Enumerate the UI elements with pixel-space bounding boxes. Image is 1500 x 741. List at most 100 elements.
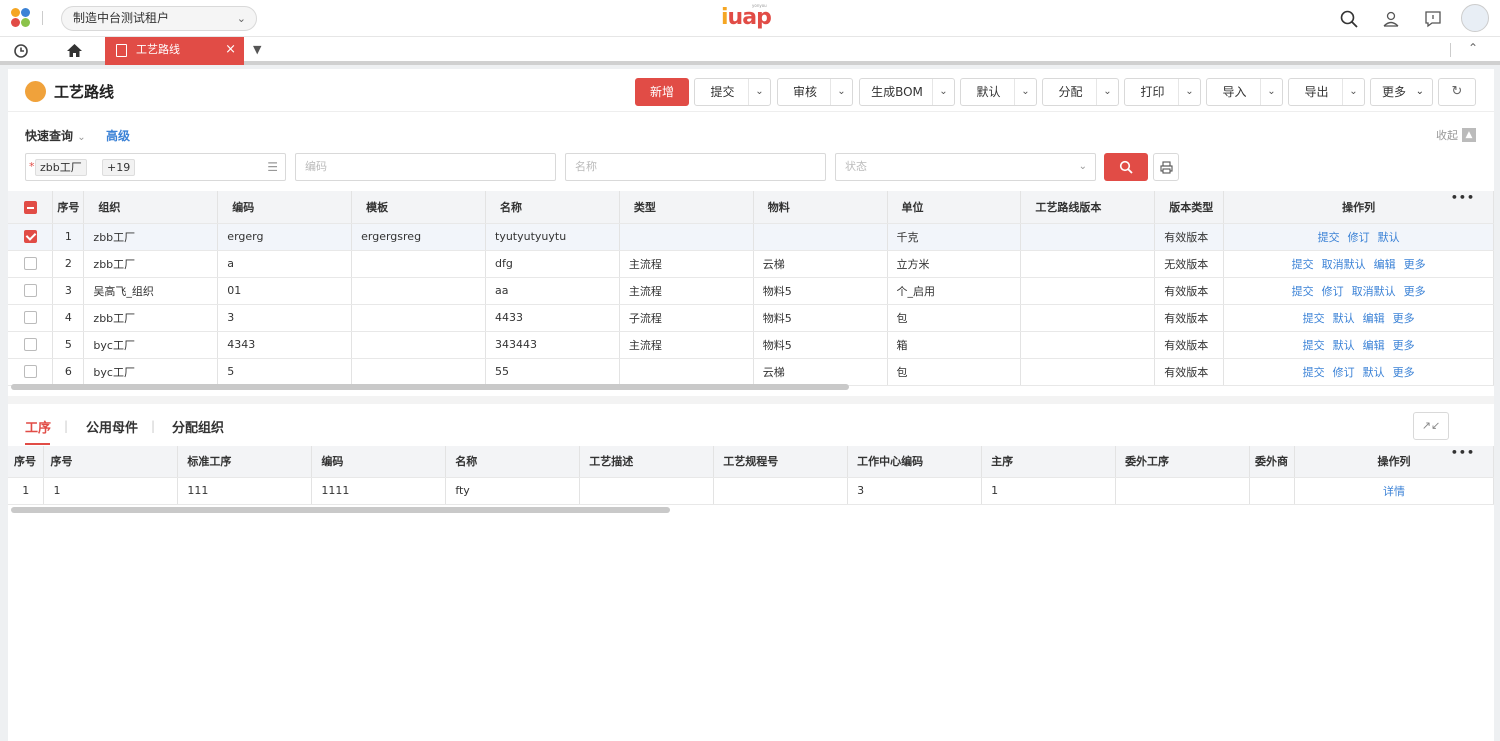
more-icon[interactable]: ••• — [1451, 446, 1475, 459]
search-button[interactable] — [1104, 153, 1148, 181]
row-action-link[interactable]: 默认 — [1378, 231, 1400, 244]
table-row[interactable]: 5 byc工厂 4343 343443 主流程 物料5 箱有效版本 提交 默认 编辑 更多 — [8, 331, 1494, 359]
tab-process[interactable]: 工序 — [25, 417, 51, 436]
tab-dropdown-icon[interactable]: ▼ — [253, 43, 261, 56]
row-checkbox[interactable] — [8, 304, 54, 332]
status-select[interactable]: 状态 ⌄ — [835, 153, 1096, 181]
row-action-link[interactable]: 编辑 — [1374, 258, 1396, 271]
chevron-down-icon[interactable]: ⌄ — [1014, 79, 1036, 105]
org-more-chip[interactable]: +19 — [102, 159, 136, 176]
search-icon[interactable] — [1339, 9, 1359, 29]
chevron-down-icon[interactable]: ⌄ — [1260, 79, 1282, 105]
chevron-down-icon[interactable]: ⌄ — [1096, 79, 1118, 105]
row-action-link[interactable]: 编辑 — [1363, 339, 1385, 352]
col-header: 名称 — [485, 191, 620, 224]
row-checkbox[interactable] — [8, 358, 54, 386]
table-row[interactable]: 1 1 111 1111 fty 3 1 详情 — [8, 477, 1494, 505]
add-button[interactable]: 新增 — [635, 78, 689, 106]
history-icon[interactable] — [13, 43, 29, 59]
chevron-down-icon[interactable]: ⌄ — [830, 79, 852, 105]
main-panel: 工艺路线 新增 提交 ⌄ 审核 ⌄ 生成BOM ⌄ 默认 ⌄ 分配 ⌄ 打印 ⌄ 导入 ⌄ 导… — [8, 69, 1494, 741]
tab-assign-org[interactable]: 分配组织 — [172, 417, 224, 436]
table-row[interactable]: 6 byc工厂 5 55 云梯包有效版本 提交 修订 默认 更多 — [8, 358, 1494, 386]
row-action-link[interactable]: 修订 — [1348, 231, 1370, 244]
expand-icon[interactable]: ↗↙ — [1413, 412, 1449, 440]
table-row[interactable]: 2 zbb工厂 a dfg 主流程 云梯 立方米 无效版本 提交 取消默认 编辑 更多 — [8, 250, 1494, 278]
org-chip[interactable]: zbb工厂 — [35, 159, 87, 176]
quick-query-label[interactable]: 快速查询 ⌄ — [25, 127, 86, 144]
cell-mat: 云梯 — [753, 358, 888, 386]
chevron-down-icon[interactable]: ⌄ — [1342, 79, 1364, 105]
collapse-link[interactable]: 收起 — [1436, 127, 1458, 143]
row-action-link[interactable]: 修订 — [1322, 285, 1344, 298]
user-icon[interactable] — [1381, 9, 1401, 29]
row-action-link[interactable]: 默认 — [1363, 366, 1385, 379]
table-header: 序号 组织 编码 模板 名称 类型 物料 单位 工艺路线版本 版本类型 操作列 •… — [8, 191, 1494, 224]
avatar[interactable] — [1461, 4, 1489, 32]
default-button[interactable]: 默认 ⌄ — [960, 78, 1037, 106]
chevron-down-icon: ⌄ — [77, 132, 86, 143]
name-field[interactable]: 名称 — [565, 153, 826, 181]
row-checkbox[interactable] — [8, 277, 54, 305]
row-action-link[interactable]: 提交 — [1303, 339, 1325, 352]
table-row[interactable]: 3 吴高飞_组织 01 aa 主流程 物料5 个_启用 有效版本 提交 修订 取消默认 更多 — [8, 277, 1494, 305]
row-action-link[interactable]: 取消默认 — [1352, 285, 1396, 298]
org-field[interactable]: * zbb工厂 +19 ☰ — [25, 153, 286, 181]
tab-common-parent[interactable]: 公用母件 — [86, 417, 138, 436]
detail-link[interactable]: 详情 — [1383, 485, 1405, 498]
tab-process-route[interactable]: 工艺路线 × — [105, 37, 244, 65]
audit-button[interactable]: 审核 ⌄ — [777, 78, 853, 106]
select-all-checkbox[interactable] — [8, 191, 54, 224]
row-action-link[interactable]: 取消默认 — [1322, 258, 1366, 271]
list-icon[interactable]: ☰ — [267, 154, 278, 180]
row-action-link[interactable]: 提交 — [1292, 285, 1314, 298]
code-field[interactable]: 编码 — [295, 153, 556, 181]
assign-button[interactable]: 分配 ⌄ — [1042, 78, 1119, 106]
row-action-link[interactable]: 更多 — [1393, 339, 1415, 352]
more-icon[interactable]: ••• — [1451, 191, 1475, 204]
app-logo-icon[interactable] — [11, 8, 33, 28]
cell-main: 1 — [981, 477, 1117, 505]
export-button[interactable]: 导出 ⌄ — [1288, 78, 1365, 106]
advanced-query-link[interactable]: 高级 — [106, 127, 130, 144]
row-checkbox[interactable] — [8, 223, 54, 251]
home-icon[interactable] — [66, 43, 83, 58]
more-button[interactable]: 更多 ⌄ — [1370, 78, 1433, 106]
row-action-link[interactable]: 更多 — [1393, 366, 1415, 379]
submit-button[interactable]: 提交 ⌄ — [694, 78, 771, 106]
message-icon[interactable] — [1423, 9, 1443, 29]
row-action-link[interactable]: 更多 — [1404, 258, 1426, 271]
row-action-link[interactable]: 修订 — [1333, 366, 1355, 379]
chevron-down-icon[interactable]: ⌄ — [932, 79, 954, 105]
detail-tabs: 工序 | 公用母件 | 分配组织 ↗↙ — [8, 404, 1494, 446]
row-action-link[interactable]: 提交 — [1318, 231, 1340, 244]
chevron-down-icon[interactable]: ⌄ — [1178, 79, 1200, 105]
row-action-link[interactable]: 更多 — [1393, 312, 1415, 325]
tenant-select[interactable]: 制造中台测试租户 ⌄ — [61, 6, 257, 31]
chevron-up-icon[interactable]: ⌃ — [1468, 41, 1478, 55]
generate-bom-button[interactable]: 生成BOM ⌄ — [859, 78, 955, 106]
table-row[interactable]: 4 zbb工厂 3 4433 子流程 物料5 包有效版本 提交 默认 编辑 更多 — [8, 304, 1494, 332]
chevron-down-icon[interactable]: ⌄ — [748, 79, 770, 105]
cell-type — [619, 223, 754, 251]
row-action-link[interactable]: 提交 — [1303, 366, 1325, 379]
table-row[interactable]: 1 zbb工厂 ergerg ergergsreg tyutyutyuytu 千克 有效版本… — [8, 223, 1494, 251]
row-action-link[interactable]: 提交 — [1292, 258, 1314, 271]
import-button[interactable]: 导入 ⌄ — [1206, 78, 1283, 106]
row-action-link[interactable]: 更多 — [1404, 285, 1426, 298]
chevron-up-icon[interactable]: ▲ — [1462, 128, 1476, 142]
cell-no-link[interactable]: 1 — [43, 477, 179, 505]
row-action-link[interactable]: 默认 — [1333, 339, 1355, 352]
horizontal-scrollbar[interactable] — [11, 384, 849, 390]
print-icon[interactable] — [1153, 153, 1179, 181]
refresh-icon[interactable]: ↻ — [1438, 78, 1476, 106]
print-button[interactable]: 打印 ⌄ — [1124, 78, 1201, 106]
row-action-link[interactable]: 编辑 — [1363, 312, 1385, 325]
row-action-link[interactable]: 提交 — [1303, 312, 1325, 325]
row-checkbox[interactable] — [8, 331, 54, 359]
horizontal-scrollbar[interactable] — [11, 507, 670, 513]
row-checkbox[interactable] — [8, 250, 54, 278]
close-icon[interactable]: × — [225, 37, 236, 63]
row-action-link[interactable]: 默认 — [1333, 312, 1355, 325]
cell-std-link[interactable]: 111 — [177, 477, 313, 505]
